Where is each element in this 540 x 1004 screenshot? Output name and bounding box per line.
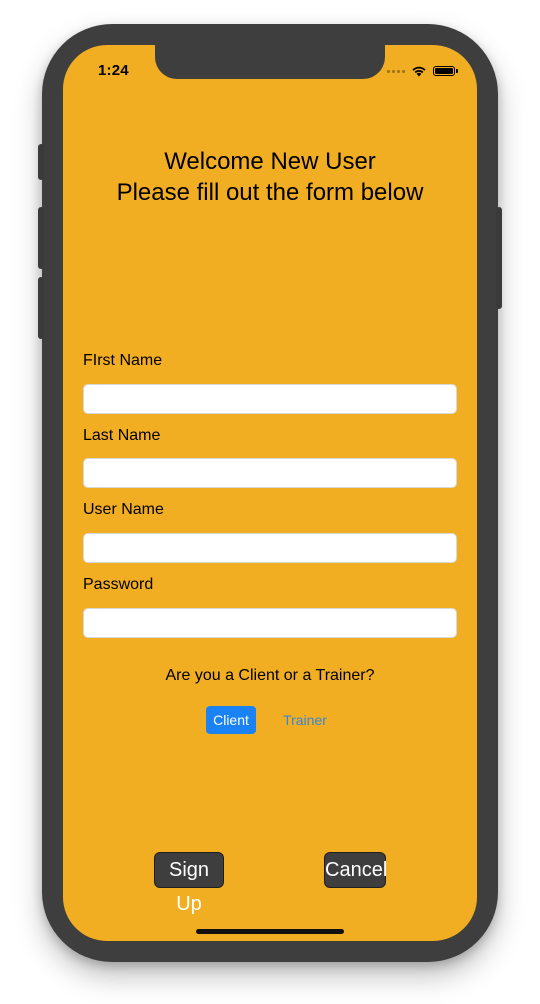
cancel-button[interactable]: Cancel <box>324 852 387 888</box>
segment-trainer[interactable]: Trainer <box>277 706 333 734</box>
last-name-field[interactable] <box>83 458 457 488</box>
password-field[interactable] <box>83 608 457 638</box>
status-icons <box>387 64 458 78</box>
status-time: 1:24 <box>98 62 129 79</box>
password-label: Password <box>83 576 154 593</box>
mute-switch <box>38 144 44 180</box>
welcome-line: Welcome New User <box>164 148 376 175</box>
volume-up-button <box>38 207 44 269</box>
app-screen: 1:24 Welcome New User Please fill out th… <box>63 45 477 941</box>
user-name-label: User Name <box>83 501 164 518</box>
page-title: Welcome New User Please fill out the for… <box>63 146 477 208</box>
home-indicator[interactable] <box>196 929 344 934</box>
battery-icon <box>433 66 458 76</box>
power-button <box>496 207 502 309</box>
segment-client[interactable]: Client <box>206 706 256 734</box>
first-name-field[interactable] <box>83 384 457 414</box>
volume-down-button <box>38 277 44 339</box>
sign-up-button[interactable]: Sign Up <box>154 852 224 915</box>
wifi-icon <box>412 66 426 77</box>
notch <box>155 45 385 79</box>
last-name-label: Last Name <box>83 427 161 444</box>
first-name-label: FIrst Name <box>83 352 163 369</box>
user-name-field[interactable] <box>83 533 457 563</box>
cellular-signal-icon <box>387 69 405 73</box>
role-question: Are you a Client or a Trainer? <box>165 667 375 684</box>
instruction-line: Please fill out the form below <box>116 179 424 206</box>
